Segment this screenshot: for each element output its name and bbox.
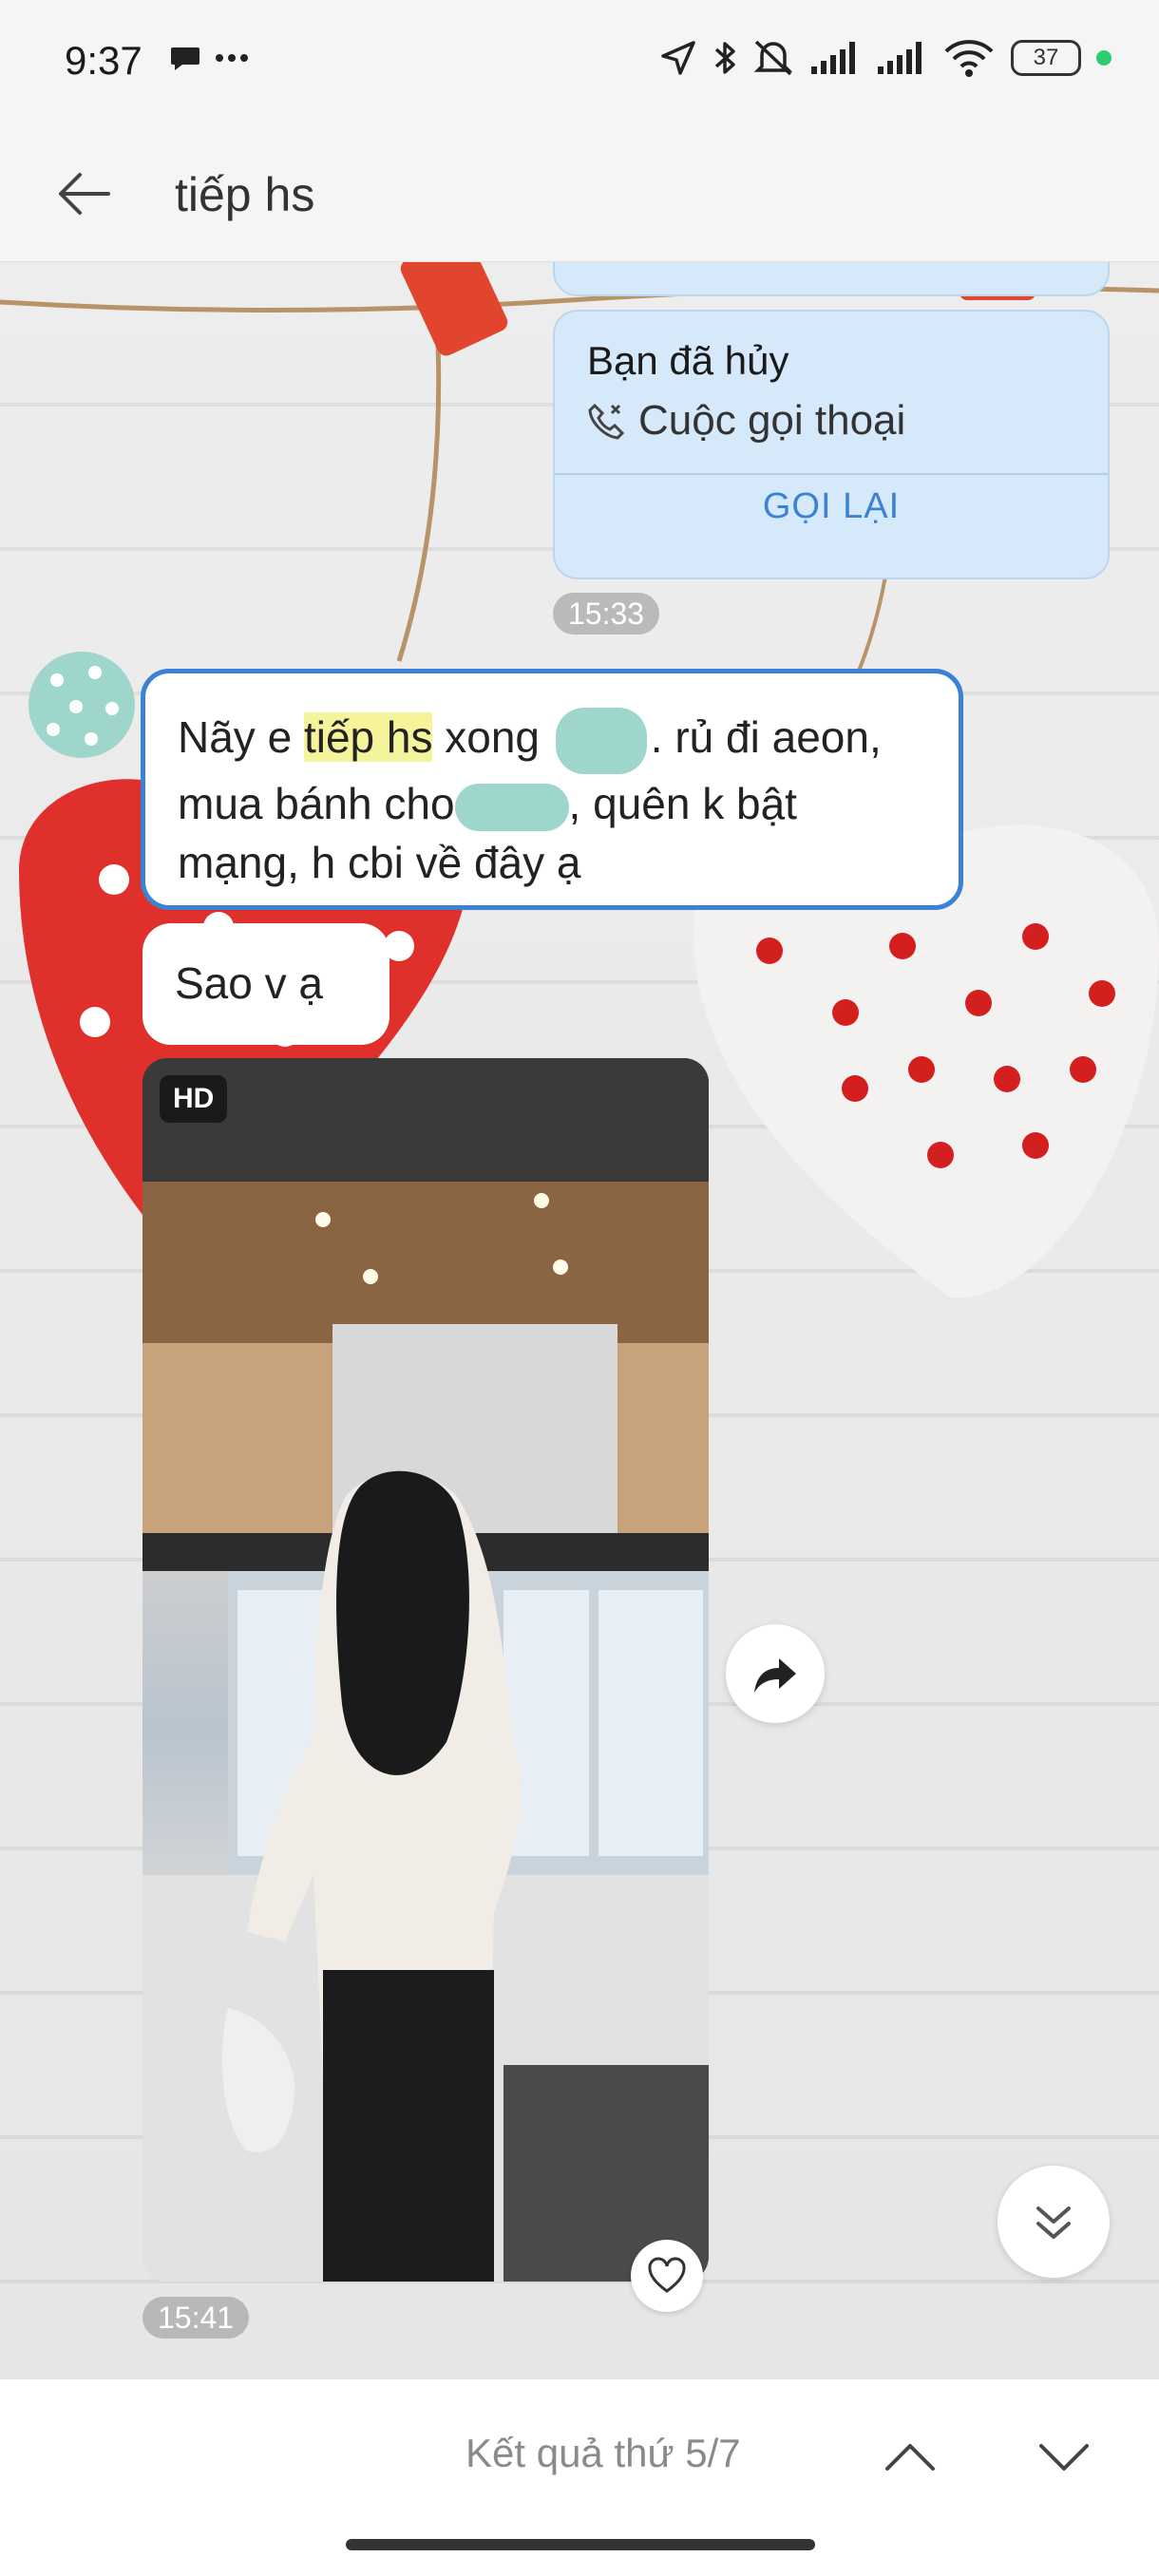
back-arrow-icon [59,173,110,215]
share-button[interactable] [726,1624,825,1723]
wifi-icon [944,40,994,77]
chevron-up-icon [885,2444,935,2471]
app-header: tiếp hs [0,129,1159,262]
privacy-dot [1096,50,1112,66]
call-back-button[interactable]: GỌI LẠI [555,486,1108,527]
redacted-blob [454,783,569,831]
search-result-counter: Kết quả thứ 5/7 [466,2431,741,2475]
photo-message[interactable]: HD [142,1058,709,2282]
missed-call-icon [588,403,625,440]
home-indicator[interactable] [346,2539,815,2550]
call-card[interactable]: Bạn đã hủy Cuộc gọi thoại GỌI LẠI [553,310,1110,579]
like-button[interactable] [631,2240,703,2312]
message-bubble[interactable]: Sao v ạ [142,923,390,1045]
avatar-pattern-icon [47,666,119,746]
signal-icon [878,42,922,74]
location-icon [661,41,695,75]
double-chevron-down-icon [1036,2207,1071,2239]
more-dots-icon [216,54,248,62]
highlighted-message[interactable]: Nãy e tiếp hs xong . rủ đi aeon, mua bán… [141,669,963,910]
redacted-blob [555,708,647,774]
status-time: 9:37 [65,38,142,83]
heart-icon [648,2257,686,2293]
previous-message-bubble [553,262,1110,296]
divider [555,473,1108,475]
forward-arrow-icon [754,1658,796,1693]
signal-icon [811,42,855,74]
call-status-title: Bạn đã hủy [587,338,789,383]
bluetooth-icon [714,42,735,74]
chat-bubble-icon [171,47,200,70]
chevron-down-icon [1039,2444,1089,2471]
scroll-to-bottom-button[interactable] [998,2166,1110,2278]
chat-area[interactable]: Bạn đã hủy Cuộc gọi thoại GỌI LẠI 15:33 … [0,262,1159,2378]
timestamp: 15:33 [553,593,660,635]
next-result-button[interactable] [1034,2427,1094,2488]
timestamp: 15:41 [142,2297,250,2339]
hd-badge: HD [160,1075,228,1123]
silent-bell-icon [753,40,793,76]
search-match-highlight: tiếp hs [303,712,433,763]
call-type-label: Cuộc gọi thoại [638,397,906,444]
battery-indicator: 37 [1011,40,1081,76]
back-button[interactable] [53,163,114,224]
search-result-bar: Kết quả thứ 5/7 [0,2378,1159,2576]
avatar[interactable] [28,652,135,758]
status-bar: 9:37 37 [0,0,1159,129]
photo-image [142,1058,709,2282]
previous-result-button[interactable] [880,2427,940,2488]
conversation-search-title: tiếp hs [175,168,315,221]
